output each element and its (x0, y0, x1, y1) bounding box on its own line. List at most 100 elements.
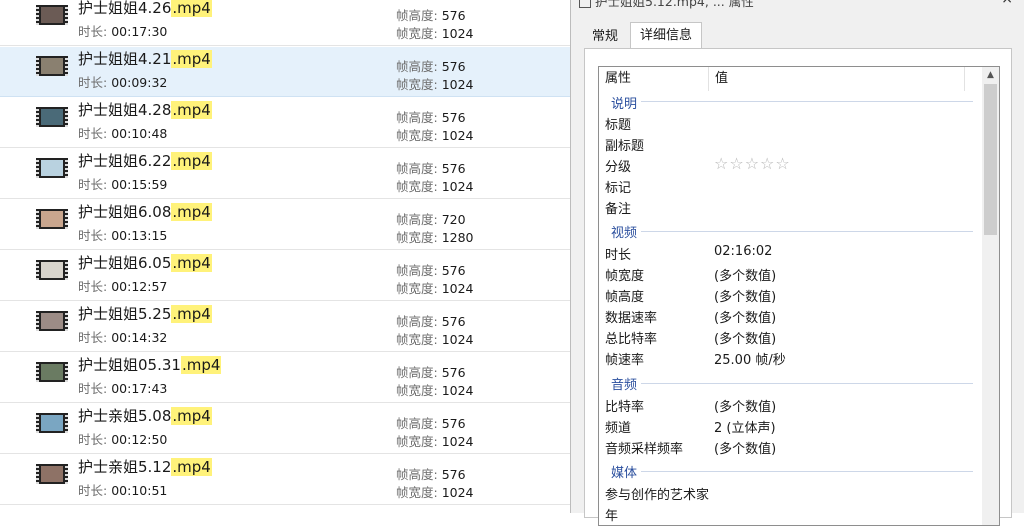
file-extension-highlight: .mp4 (171, 458, 212, 476)
section-divider (641, 101, 973, 102)
video-file-icon (36, 209, 68, 229)
tab-details[interactable]: 详细信息 (630, 22, 703, 49)
prop-title[interactable]: 标题 (605, 114, 631, 133)
dialog-title: 护士姐姐5.12.mp4, ... 属性 (595, 0, 754, 9)
file-extension-highlight: .mp4 (171, 203, 212, 221)
video-file-icon (36, 311, 68, 331)
video-file-icon (36, 413, 68, 433)
prop-data-rate[interactable]: 数据速率 (605, 307, 657, 326)
file-duration: 时长: 00:17:43 (78, 381, 168, 396)
file-frame-width: 帧宽度: 1024 (396, 281, 474, 296)
value-frame-height: (多个数值) (714, 290, 777, 305)
section-divider (641, 383, 973, 384)
section-divider (641, 471, 973, 472)
value-total-bitrate: (多个数值) (714, 332, 777, 347)
file-duration: 时长: 00:10:51 (78, 483, 168, 498)
file-frame-width: 帧宽度: 1024 (396, 128, 474, 143)
section-media: 媒体 (611, 466, 638, 481)
details-panel: 属性 值 说明 标题 副标题 分级 ☆☆☆☆☆ 标记 备注 视频 时长 02:1… (584, 48, 1012, 526)
section-audio: 音频 (611, 378, 638, 393)
tab-general[interactable]: 常规 (583, 24, 627, 49)
file-name: 护士姐姐4.26.mp4 (78, 0, 212, 17)
file-row[interactable]: 护士姐姐4.28.mp4 时长: 00:10:48 帧高度: 576 帧宽度: 102… (0, 98, 570, 148)
file-row[interactable]: 护士姐姐6.22.mp4 时长: 00:15:59 帧高度: 576 帧宽度: 102… (0, 149, 570, 199)
prop-bitrate[interactable]: 比特率 (605, 396, 644, 415)
column-header-value[interactable]: 值 (709, 67, 965, 91)
prop-rating[interactable]: 分级 (605, 156, 631, 175)
prop-sample-rate[interactable]: 音频采样频率 (605, 438, 683, 457)
file-frame-width: 帧宽度: 1024 (396, 485, 474, 500)
file-frame-height: 帧高度: 576 (396, 8, 466, 23)
file-row[interactable]: 护士姐姐05.31.mp4 时长: 00:17:43 帧高度: 576 帧宽度: 10… (0, 353, 570, 403)
file-frame-height: 帧高度: 576 (396, 59, 466, 74)
file-name: 护士姐姐6.05.mp4 (78, 254, 212, 272)
file-extension-highlight: .mp4 (171, 101, 212, 119)
file-frame-height: 帧高度: 576 (396, 365, 466, 380)
value-frame-width: (多个数值) (714, 269, 777, 284)
file-name: 护士姐姐6.08.mp4 (78, 203, 212, 221)
value-sample-rate: (多个数值) (714, 442, 777, 457)
file-row[interactable]: 护士姐姐6.08.mp4 时长: 00:13:15 帧高度: 720 帧宽度: 128… (0, 200, 570, 250)
file-duration: 时长: 00:15:59 (78, 177, 168, 192)
file-name: 护士姐姐4.21.mp4 (78, 50, 212, 68)
file-extension-highlight: .mp4 (171, 407, 212, 425)
file-frame-width: 帧宽度: 1280 (396, 230, 474, 245)
prop-frame-rate[interactable]: 帧速率 (605, 349, 644, 368)
value-frame-rate: 25.00 帧/秒 (714, 353, 786, 368)
close-button[interactable]: × (1001, 0, 1013, 7)
file-frame-height: 帧高度: 576 (396, 161, 466, 176)
prop-subtitle[interactable]: 副标题 (605, 135, 644, 154)
prop-tags[interactable]: 标记 (605, 177, 631, 196)
title-bar[interactable]: 护士姐姐5.12.mp4, ... 属性 × (571, 0, 1024, 10)
file-duration: 时长: 00:17:30 (78, 24, 168, 39)
video-file-icon (36, 260, 68, 280)
value-data-rate: (多个数值) (714, 311, 777, 326)
file-row[interactable]: 护士姐姐5.25.mp4 时长: 00:14:32 帧高度: 576 帧宽度: 102… (0, 302, 570, 352)
file-row[interactable]: 护士亲姐5.12.mp4 时长: 00:10:51 帧高度: 576 帧宽度: 102… (0, 455, 570, 505)
file-frame-height: 帧高度: 576 (396, 110, 466, 125)
file-row[interactable]: 护士姐姐6.05.mp4 时长: 00:12:57 帧高度: 576 帧宽度: 102… (0, 251, 570, 301)
scroll-up-arrow-icon[interactable]: ▲ (982, 67, 999, 84)
file-extension-highlight: .mp4 (171, 254, 212, 272)
file-frame-width: 帧宽度: 1024 (396, 179, 474, 194)
video-file-icon (36, 5, 68, 25)
column-header-property[interactable]: 属性 (599, 67, 709, 91)
file-frame-height: 帧高度: 576 (396, 314, 466, 329)
file-duration: 时长: 00:14:32 (78, 330, 168, 345)
file-extension-highlight: .mp4 (171, 152, 212, 170)
prop-year[interactable]: 年 (605, 505, 618, 524)
file-extension-highlight: .mp4 (180, 356, 222, 374)
rating-stars[interactable]: ☆☆☆☆☆ (714, 154, 791, 173)
vertical-scrollbar[interactable]: ▲ (982, 67, 999, 525)
file-name: 护士姐姐05.31.mp4 (78, 356, 222, 374)
file-name: 护士姐姐4.28.mp4 (78, 101, 212, 119)
properties-dialog: 护士姐姐5.12.mp4, ... 属性 × 常规 详细信息 属性 值 说明 标… (570, 0, 1024, 526)
prop-frame-width[interactable]: 帧宽度 (605, 265, 644, 284)
file-name: 护士姐姐5.25.mp4 (78, 305, 212, 323)
file-name: 护士亲姐5.12.mp4 (78, 458, 212, 476)
file-list: 护士姐姐4.26.mp4 时长: 00:17:30 帧高度: 576 帧宽度: 102… (0, 0, 570, 513)
scroll-thumb[interactable] (984, 84, 997, 235)
prop-length[interactable]: 时长 (605, 244, 631, 263)
prop-channels[interactable]: 频道 (605, 417, 631, 436)
file-row[interactable]: 护士亲姐5.08.mp4 时长: 00:12:50 帧高度: 576 帧宽度: 102… (0, 404, 570, 454)
file-icon (579, 0, 591, 8)
prop-frame-height[interactable]: 帧高度 (605, 286, 644, 305)
value-channels: 2 (立体声) (714, 421, 776, 436)
property-grid[interactable]: 属性 值 说明 标题 副标题 分级 ☆☆☆☆☆ 标记 备注 视频 时长 02:1… (598, 66, 1000, 526)
video-file-icon (36, 158, 68, 178)
video-file-icon (36, 107, 68, 127)
section-video: 视频 (611, 226, 638, 241)
file-duration: 时长: 00:12:50 (78, 432, 168, 447)
file-extension-highlight: .mp4 (171, 305, 212, 323)
file-row[interactable]: 护士姐姐4.26.mp4 时长: 00:17:30 帧高度: 576 帧宽度: 102… (0, 0, 570, 46)
file-row[interactable]: 护士姐姐4.21.mp4 时长: 00:09:32 帧高度: 576 帧宽度: 102… (0, 47, 570, 97)
file-name: 护士姐姐6.22.mp4 (78, 152, 212, 170)
file-frame-width: 帧宽度: 1024 (396, 332, 474, 347)
video-file-icon (36, 464, 68, 484)
prop-contributing-artists[interactable]: 参与创作的艺术家 (605, 484, 709, 503)
prop-total-bitrate[interactable]: 总比特率 (605, 328, 657, 347)
file-duration: 时长: 00:12:57 (78, 279, 168, 294)
prop-comments[interactable]: 备注 (605, 198, 631, 217)
file-frame-width: 帧宽度: 1024 (396, 26, 474, 41)
